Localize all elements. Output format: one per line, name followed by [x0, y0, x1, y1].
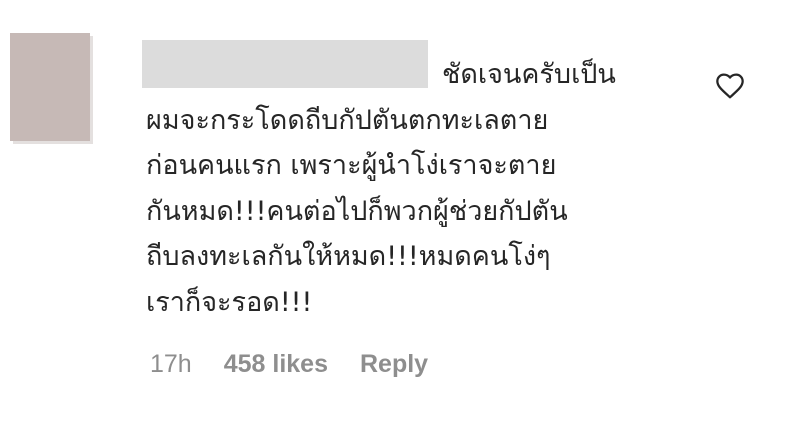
comment-line: กันหมด!!!คนต่อไปก็พวกผู้ช่วยกัปตัน [146, 195, 568, 227]
comment-meta: 17h 458 likes Reply [150, 350, 428, 379]
comment-line: ชัดเจนครับเป็น [442, 59, 616, 90]
likes-count-button[interactable]: 458 likes [224, 350, 328, 379]
comment-line: ถีบลงทะเลกันให้หมด!!!หมดคนโง่ๆ [146, 241, 551, 272]
heart-icon[interactable] [714, 70, 746, 102]
avatar[interactable] [10, 33, 90, 141]
heart-outline-icon [716, 73, 744, 99]
comment-line: เราก็จะรอด!!! [146, 286, 313, 318]
comment-line: ผมจะกระโดดถีบกัปตันตกทะเลตาย [146, 104, 549, 136]
reply-button[interactable]: Reply [360, 350, 428, 379]
comment-timestamp: 17h [150, 350, 192, 378]
comment-text: ชัดเจนครับเป็น ผมจะกระโดดถีบกัปตันตกทะเล… [146, 52, 706, 325]
comment-line: ก่อนคนแรก เพราะผู้นำโง่เราจะตาย [146, 150, 557, 181]
